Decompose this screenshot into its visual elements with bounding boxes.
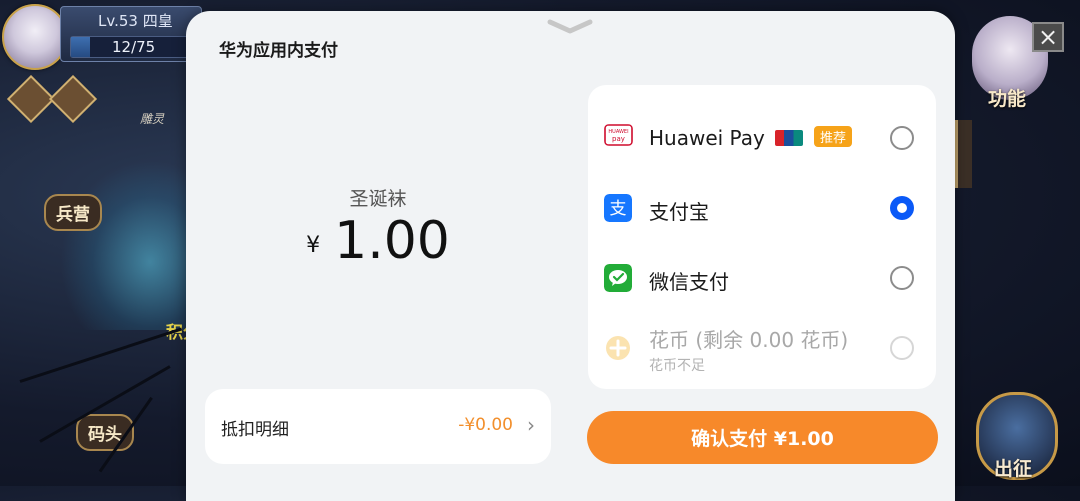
barracks-button[interactable]: 兵营 [44, 194, 102, 231]
method-label: Huawei Pay [649, 126, 765, 150]
method-label: 支付宝 [649, 200, 709, 224]
payment-method-huawei-pay[interactable]: HUAWEI pay Huawei Pay 推荐 [588, 104, 936, 172]
payment-method-wechat-pay[interactable]: 微信支付 [588, 244, 936, 312]
recommended-badge: 推荐 [814, 126, 853, 147]
payment-methods-card: HUAWEI pay Huawei Pay 推荐 支 支付宝 微信支付 花币 (… [588, 85, 936, 389]
player-level: Lv.53 四皇 [98, 12, 173, 30]
exp-text: 12/75 [112, 38, 156, 56]
currency-symbol: ¥ [306, 233, 321, 258]
chevron-down-icon[interactable] [546, 18, 594, 36]
huabi-coin-icon [606, 336, 630, 360]
svg-text:pay: pay [612, 135, 625, 143]
exp-bar-fill [71, 37, 91, 57]
method-label: 微信支付 [649, 270, 729, 294]
sortie-label: 出征 [994, 458, 1033, 480]
svg-text:支: 支 [610, 199, 627, 219]
bag-icon[interactable] [6, 74, 56, 124]
method-label: 花币 (剩余 0.00 花币) [649, 328, 849, 352]
building-sign: 雕灵 [140, 112, 165, 126]
price-value: 1.00 [334, 211, 450, 271]
deduction-label: 抵扣明细 [221, 420, 289, 440]
player-avatar[interactable] [2, 4, 68, 70]
unionpay-icon [775, 130, 803, 146]
method-sublabel: 花币不足 [649, 358, 705, 374]
product-name: 圣诞袜 [349, 188, 407, 210]
radio-alipay[interactable] [890, 196, 914, 220]
payment-method-alipay[interactable]: 支 支付宝 [588, 174, 936, 242]
wechat-pay-icon [604, 264, 632, 292]
confirm-payment-button[interactable]: 确认支付 ¥1.00 [587, 411, 938, 464]
payment-method-huabi: 花币 (剩余 0.00 花币) 花币不足 [588, 314, 936, 389]
chevron-right-icon: › [527, 413, 535, 437]
side-banner [955, 120, 972, 188]
price: ¥1.00 [186, 211, 570, 271]
sheet-title: 华为应用内支付 [219, 41, 338, 61]
mail-icon[interactable] [48, 74, 98, 124]
function-label: 功能 [988, 88, 1027, 110]
deduction-amount: -¥0.00 [458, 415, 513, 435]
alipay-icon: 支 [604, 194, 632, 222]
deduction-details-row[interactable]: 抵扣明细 -¥0.00 › [205, 389, 551, 464]
close-icon[interactable]: × [1032, 22, 1064, 52]
huawei-pay-icon: HUAWEI pay [604, 124, 633, 146]
radio-wechat-pay[interactable] [890, 266, 914, 290]
radio-huabi [890, 336, 914, 360]
radio-huawei-pay[interactable] [890, 126, 914, 150]
